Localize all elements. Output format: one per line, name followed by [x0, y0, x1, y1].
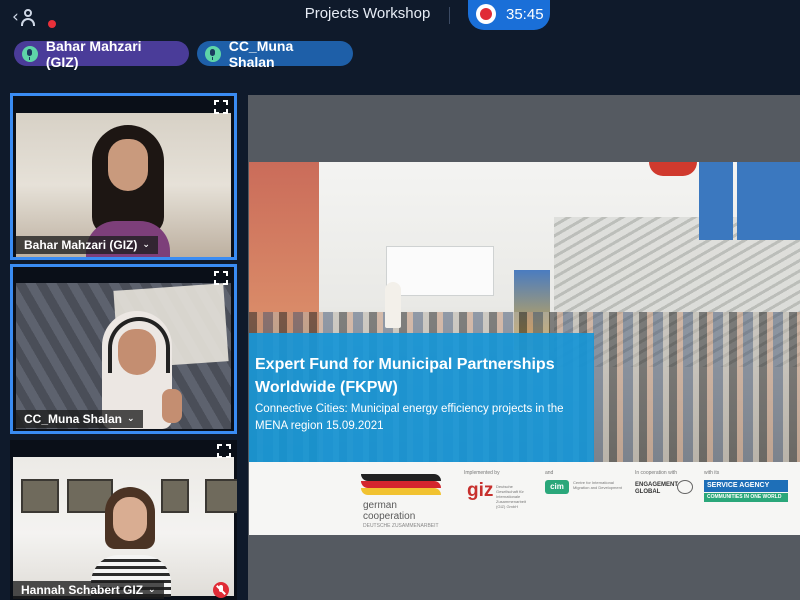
recording-timer: 35:45 [506, 6, 544, 23]
slide-title-box: Expert Fund for Municipal Partnerships W… [249, 333, 594, 462]
people-icon [677, 480, 693, 494]
cim-logo: and cim Centre for International Migrati… [545, 470, 631, 528]
divider [449, 7, 450, 24]
engagement-global-logo: In cooperation with ENGAGEMENT GLOBAL [635, 470, 695, 528]
video-feed [13, 457, 237, 597]
slide-title: Expert Fund for Municipal Partnerships W… [255, 356, 555, 396]
meeting-title: Projects Workshop [304, 5, 431, 22]
back-participants-button[interactable]: ‹ [12, 4, 56, 30]
participant-name: Bahar Mahzari (GIZ) [24, 238, 138, 252]
expand-icon[interactable] [214, 100, 228, 114]
participant-name: CC_Muna Shalan [24, 412, 123, 426]
person-icon [20, 8, 36, 26]
expand-icon[interactable] [214, 271, 228, 285]
chevron-left-icon: ‹ [12, 7, 19, 27]
recording-timer-button[interactable]: 35:45 [468, 0, 550, 30]
participant-name: Hannah Schabert GIZ [21, 583, 144, 597]
notification-dot [48, 20, 56, 28]
video-feed [16, 283, 231, 429]
slide-logo-bar: german cooperation DEUTSCHE ZUSAMMENARBE… [249, 462, 800, 535]
giz-logo: Implemented by giz Deutsche Gesellschaft… [464, 470, 527, 509]
active-speaker-chip[interactable]: Bahar Mahzari (GIZ) [14, 38, 189, 70]
record-icon [476, 4, 496, 24]
presentation-slide: Expert Fund for Municipal Partnerships W… [249, 162, 800, 535]
participant-name-tag[interactable]: Hannah Schabert GIZ ⌄ [13, 581, 164, 599]
participant-name-tag[interactable]: CC_Muna Shalan ⌄ [16, 410, 143, 428]
microphone-icon [205, 45, 221, 62]
microphone-icon [22, 45, 38, 62]
german-cooperation-logo: german cooperation DEUTSCHE ZUSAMMENARBE… [361, 470, 451, 529]
participant-name-tag[interactable]: Bahar Mahzari (GIZ) ⌄ [16, 236, 158, 254]
service-agency-logo: with its SERVICE AGENCY COMMUNITIES IN O… [704, 470, 794, 528]
expand-icon[interactable] [217, 444, 231, 458]
speaker-name: Bahar Mahzari (GIZ) [45, 37, 142, 70]
active-speaker-chip[interactable]: CC_Muna Shalan [197, 38, 353, 70]
chevron-down-icon: ⌄ [148, 585, 156, 595]
chevron-down-icon: ⌄ [127, 414, 135, 424]
chevron-down-icon: ⌄ [142, 240, 150, 250]
video-tile[interactable]: CC_Muna Shalan ⌄ [10, 264, 237, 434]
slide-subtitle: Connective Cities: Municipal energy effi… [255, 403, 564, 432]
microphone-muted-icon [213, 582, 229, 598]
speaker-name: CC_Muna Shalan [228, 37, 294, 70]
top-bar: ‹ Projects Workshop 35:45 [0, 0, 800, 34]
video-tile[interactable]: Bahar Mahzari (GIZ) ⌄ [10, 93, 237, 260]
video-tile[interactable]: Hannah Schabert GIZ ⌄ [10, 440, 237, 600]
